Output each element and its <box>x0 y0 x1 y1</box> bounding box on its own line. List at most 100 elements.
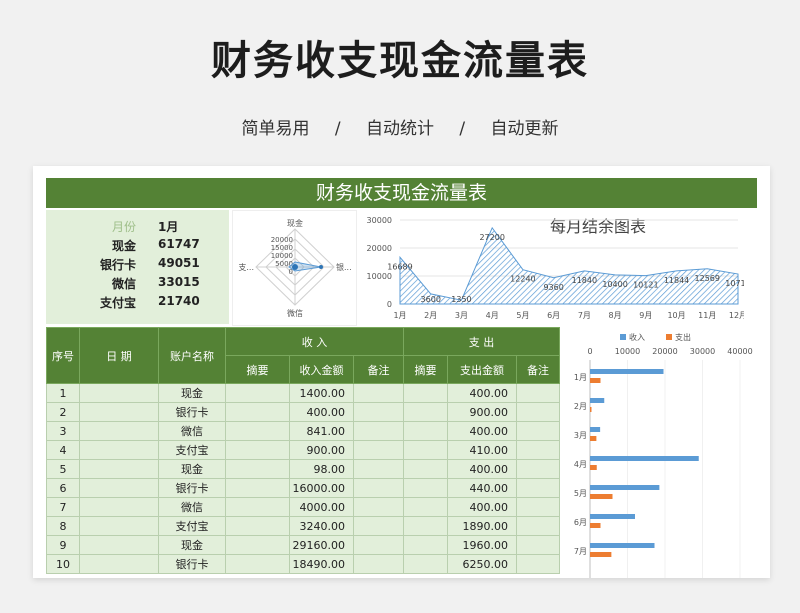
cell-account[interactable]: 微信 <box>158 497 226 517</box>
cell-seq[interactable]: 4 <box>46 440 80 460</box>
cell-out-amt[interactable]: 900.00 <box>447 402 517 422</box>
cell-out-rmk[interactable] <box>516 535 560 555</box>
cell-in-note[interactable] <box>225 516 290 536</box>
table-row: 3 微信 841.00 400.00 <box>46 421 560 441</box>
x-tick-label: 3月 <box>455 311 468 320</box>
tagline-item: 自动更新 <box>490 119 559 139</box>
cell-out-amt[interactable]: 410.00 <box>447 440 517 460</box>
cell-out-amt[interactable]: 400.00 <box>447 421 517 441</box>
x-tick-label: 8月 <box>609 311 622 320</box>
cell-in-rmk[interactable] <box>353 440 404 460</box>
cell-seq[interactable]: 3 <box>46 421 80 441</box>
cell-out-note[interactable] <box>403 383 448 403</box>
cell-in-amt[interactable]: 1400.00 <box>289 383 354 403</box>
cell-seq[interactable]: 2 <box>46 402 80 422</box>
cell-out-note[interactable] <box>403 459 448 479</box>
cell-account[interactable]: 支付宝 <box>158 516 226 536</box>
cell-seq[interactable]: 9 <box>46 535 80 555</box>
cell-out-note[interactable] <box>403 421 448 441</box>
cell-account[interactable]: 现金 <box>158 459 226 479</box>
cell-in-amt[interactable]: 3240.00 <box>289 516 354 536</box>
cell-in-rmk[interactable] <box>353 497 404 517</box>
cell-out-rmk[interactable] <box>516 554 560 574</box>
cell-in-amt[interactable]: 16000.00 <box>289 478 354 498</box>
cell-date[interactable] <box>79 421 159 441</box>
cell-in-note[interactable] <box>225 421 290 441</box>
cell-in-note[interactable] <box>225 535 290 555</box>
cell-out-note[interactable] <box>403 535 448 555</box>
cell-out-note[interactable] <box>403 478 448 498</box>
cell-in-rmk[interactable] <box>353 535 404 555</box>
cell-in-note[interactable] <box>225 478 290 498</box>
cell-seq[interactable]: 1 <box>46 383 80 403</box>
cell-in-amt[interactable]: 841.00 <box>289 421 354 441</box>
cell-in-rmk[interactable] <box>353 402 404 422</box>
cell-in-rmk[interactable] <box>353 554 404 574</box>
cell-in-amt[interactable]: 400.00 <box>289 402 354 422</box>
cell-out-amt[interactable]: 6250.00 <box>447 554 517 574</box>
cell-out-amt[interactable]: 400.00 <box>447 459 517 479</box>
cell-out-rmk[interactable] <box>516 516 560 536</box>
cell-out-rmk[interactable] <box>516 383 560 403</box>
cell-in-note[interactable] <box>225 402 290 422</box>
cell-account[interactable]: 银行卡 <box>158 554 226 574</box>
cell-in-rmk[interactable] <box>353 459 404 479</box>
cell-account[interactable]: 银行卡 <box>158 478 226 498</box>
cell-in-note[interactable] <box>225 554 290 574</box>
cell-account[interactable]: 微信 <box>158 421 226 441</box>
cell-date[interactable] <box>79 478 159 498</box>
cell-seq[interactable]: 7 <box>46 497 80 517</box>
cell-out-note[interactable] <box>403 554 448 574</box>
cell-in-note[interactable] <box>225 383 290 403</box>
cell-account[interactable]: 现金 <box>158 535 226 555</box>
cell-out-rmk[interactable] <box>516 478 560 498</box>
cell-date[interactable] <box>79 535 159 555</box>
cell-date[interactable] <box>79 459 159 479</box>
summary-label: 微信 <box>111 277 136 291</box>
cell-out-amt[interactable]: 1960.00 <box>447 535 517 555</box>
cell-date[interactable] <box>79 554 159 574</box>
cell-out-note[interactable] <box>403 402 448 422</box>
cell-out-note[interactable] <box>403 516 448 536</box>
cell-out-rmk[interactable] <box>516 440 560 460</box>
cell-out-note[interactable] <box>403 497 448 517</box>
cell-date[interactable] <box>79 516 159 536</box>
cell-in-rmk[interactable] <box>353 421 404 441</box>
cell-in-rmk[interactable] <box>353 516 404 536</box>
cell-account[interactable]: 支付宝 <box>158 440 226 460</box>
cell-seq[interactable]: 10 <box>46 554 80 574</box>
cell-in-rmk[interactable] <box>353 383 404 403</box>
cell-date[interactable] <box>79 440 159 460</box>
cell-account[interactable]: 现金 <box>158 383 226 403</box>
cell-in-note[interactable] <box>225 459 290 479</box>
cell-seq[interactable]: 6 <box>46 478 80 498</box>
cell-in-amt[interactable]: 900.00 <box>289 440 354 460</box>
cell-in-amt[interactable]: 29160.00 <box>289 535 354 555</box>
cell-seq[interactable]: 5 <box>46 459 80 479</box>
cell-in-amt[interactable]: 98.00 <box>289 459 354 479</box>
cell-in-rmk[interactable] <box>353 478 404 498</box>
cell-out-rmk[interactable] <box>516 459 560 479</box>
cell-date[interactable] <box>79 402 159 422</box>
cell-out-rmk[interactable] <box>516 402 560 422</box>
cell-out-rmk[interactable] <box>516 421 560 441</box>
summary-value[interactable]: 1月 <box>158 218 228 235</box>
summary-row: 银行卡 49051 <box>46 256 229 275</box>
cell-seq[interactable]: 8 <box>46 516 80 536</box>
cell-out-amt[interactable]: 440.00 <box>447 478 517 498</box>
cell-in-note[interactable] <box>225 440 290 460</box>
cell-in-amt[interactable]: 4000.00 <box>289 497 354 517</box>
cell-out-amt[interactable]: 1890.00 <box>447 516 517 536</box>
cell-date[interactable] <box>79 383 159 403</box>
cell-out-note[interactable] <box>403 440 448 460</box>
cell-account[interactable]: 银行卡 <box>158 402 226 422</box>
cell-in-note[interactable] <box>225 497 290 517</box>
expense-bar <box>590 378 601 383</box>
cell-out-rmk[interactable] <box>516 497 560 517</box>
summary-row: 支付宝 21740 <box>46 294 229 313</box>
cell-date[interactable] <box>79 497 159 517</box>
radar-axis-label: 现金 <box>287 218 303 228</box>
cell-out-amt[interactable]: 400.00 <box>447 497 517 517</box>
cell-in-amt[interactable]: 18490.00 <box>289 554 354 574</box>
cell-out-amt[interactable]: 400.00 <box>447 383 517 403</box>
